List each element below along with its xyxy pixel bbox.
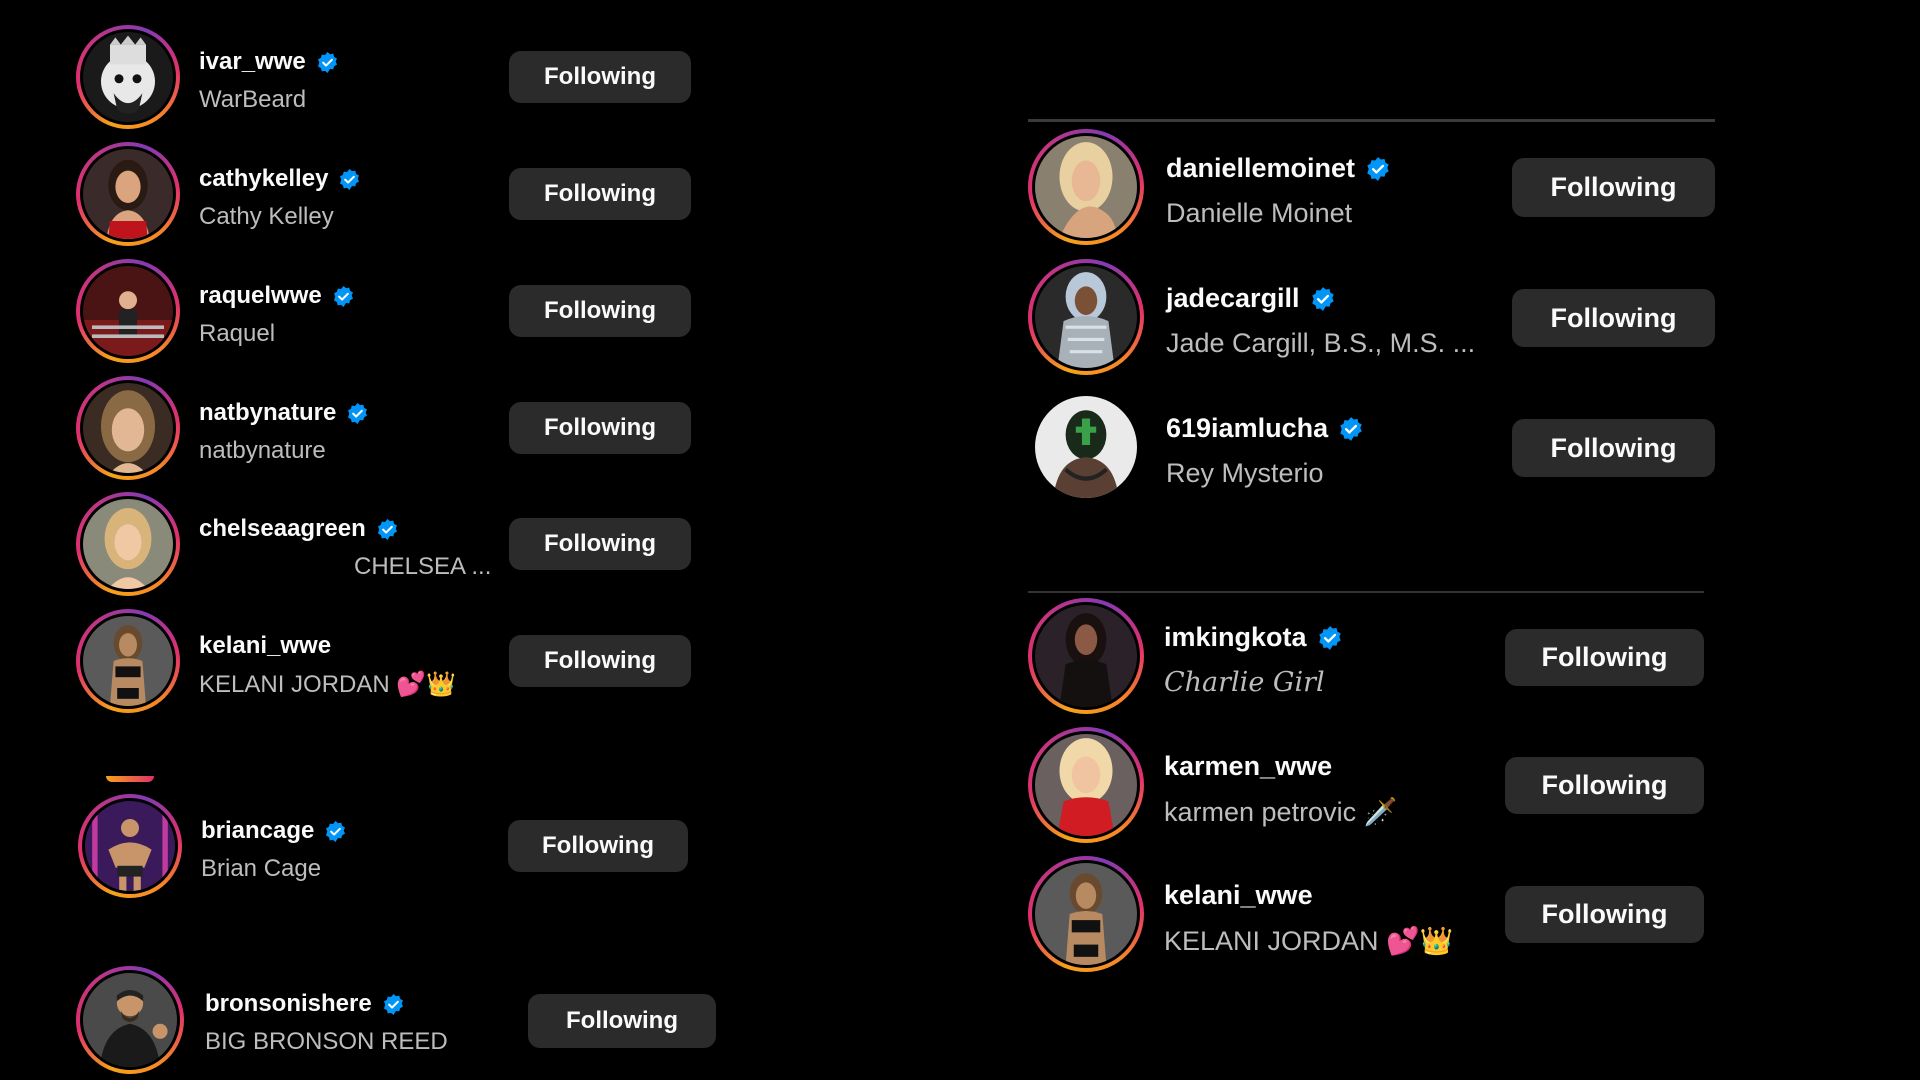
verified-badge-icon <box>317 51 337 73</box>
following-button[interactable]: Following <box>1505 757 1704 814</box>
avatar[interactable] <box>1028 727 1144 843</box>
avatar[interactable] <box>1028 129 1144 245</box>
username[interactable]: daniellemoinet <box>1166 153 1355 184</box>
following-button[interactable]: Following <box>509 168 691 220</box>
full-name: WarBeard <box>199 86 307 113</box>
following-button[interactable]: Following <box>1512 419 1715 477</box>
avatar[interactable] <box>76 142 180 246</box>
verified-badge-icon <box>1340 416 1362 441</box>
avatar[interactable] <box>78 794 182 898</box>
divider <box>1028 591 1704 593</box>
following-button[interactable]: Following <box>528 994 716 1048</box>
list-item: karmen_wwe karmen petrovic 🗡️ Following <box>1028 727 1718 847</box>
full-name: karmen petrovic 🗡️ <box>1164 797 1398 827</box>
full-name: Charlie Girl <box>1164 667 1325 698</box>
following-button[interactable]: Following <box>509 285 691 337</box>
list-item: natbynature natbynature Following <box>76 376 696 486</box>
avatar[interactable] <box>1028 259 1144 375</box>
username[interactable]: kelani_wwe <box>199 632 331 660</box>
username[interactable]: raquelwwe <box>199 282 322 310</box>
avatar[interactable] <box>76 492 180 596</box>
avatar[interactable] <box>1028 856 1144 972</box>
list-item: bronsonishere BIG BRONSON REED Following <box>76 966 736 1076</box>
avatar[interactable] <box>76 25 180 129</box>
verified-badge-icon <box>333 285 353 307</box>
avatar[interactable] <box>76 609 180 713</box>
full-name: BIG BRONSON REED <box>205 1028 448 1055</box>
username[interactable]: chelseaagreen <box>199 515 366 543</box>
full-name: Raquel <box>199 320 276 347</box>
full-name: Jade Cargill, B.S., M.S. ... <box>1166 328 1476 358</box>
username[interactable]: ivar_wwe <box>199 48 306 76</box>
following-button[interactable]: Following <box>509 635 691 687</box>
verified-badge-icon <box>348 402 368 424</box>
following-button[interactable]: Following <box>1512 158 1715 217</box>
username[interactable]: karmen_wwe <box>1164 751 1332 782</box>
avatar[interactable] <box>76 966 184 1074</box>
username[interactable]: natbynature <box>199 399 336 427</box>
full-name: Danielle Moinet <box>1166 198 1353 228</box>
list-item: chelseaagreen CHELSEA ... Following <box>76 492 696 602</box>
username[interactable]: briancage <box>201 817 314 845</box>
avatar[interactable] <box>1028 598 1144 714</box>
verified-badge-icon <box>383 993 403 1015</box>
full-name: KELANI JORDAN 💕👑 <box>199 671 457 698</box>
divider <box>1028 119 1715 122</box>
verified-badge-icon <box>340 168 360 190</box>
avatar[interactable] <box>76 259 180 363</box>
following-button[interactable]: Following <box>508 820 688 872</box>
verified-badge-icon <box>377 518 397 540</box>
verified-badge-icon <box>1318 625 1341 650</box>
following-button[interactable]: Following <box>509 402 691 454</box>
avatar-ring-fragment <box>106 776 154 782</box>
list-item: imkingkota Charlie Girl Following <box>1028 598 1718 718</box>
list-item: raquelwwe Raquel Following <box>76 259 696 369</box>
following-button[interactable]: Following <box>509 518 691 570</box>
following-button[interactable]: Following <box>1505 886 1704 943</box>
verified-badge-icon <box>1311 286 1334 311</box>
full-name: CHELSEA ... <box>354 553 492 580</box>
list-item: briancage Brian Cage Following <box>78 794 698 904</box>
username[interactable]: kelani_wwe <box>1164 880 1313 911</box>
following-button[interactable]: Following <box>1505 629 1704 686</box>
list-item: 619iamlucha Rey Mysterio Following <box>1028 389 1718 509</box>
username[interactable]: cathykelley <box>199 165 328 193</box>
full-name: Cathy Kelley <box>199 203 334 230</box>
following-button[interactable]: Following <box>1512 289 1715 347</box>
list-item: ivar_wwe WarBeard Following <box>76 25 696 135</box>
full-name: KELANI JORDAN 💕👑 <box>1164 926 1454 956</box>
full-name: Brian Cage <box>201 855 322 882</box>
avatar[interactable] <box>1028 389 1144 505</box>
username[interactable]: 619iamlucha <box>1166 413 1328 444</box>
username[interactable]: bronsonishere <box>205 990 372 1018</box>
avatar[interactable] <box>76 376 180 480</box>
list-item: cathykelley Cathy Kelley Following <box>76 142 696 252</box>
list-item: kelani_wwe KELANI JORDAN 💕👑 Following <box>76 609 696 719</box>
full-name: natbynature <box>199 437 326 464</box>
following-button[interactable]: Following <box>509 51 691 103</box>
username[interactable]: jadecargill <box>1166 283 1300 314</box>
verified-badge-icon <box>1367 156 1389 181</box>
username[interactable]: imkingkota <box>1164 622 1307 653</box>
list-item: jadecargill Jade Cargill, B.S., M.S. ...… <box>1028 259 1718 379</box>
list-item: kelani_wwe KELANI JORDAN 💕👑 Following <box>1028 856 1718 976</box>
full-name: Rey Mysterio <box>1166 458 1324 488</box>
list-item: daniellemoinet Danielle Moinet Following <box>1028 129 1718 249</box>
verified-badge-icon <box>326 820 346 842</box>
